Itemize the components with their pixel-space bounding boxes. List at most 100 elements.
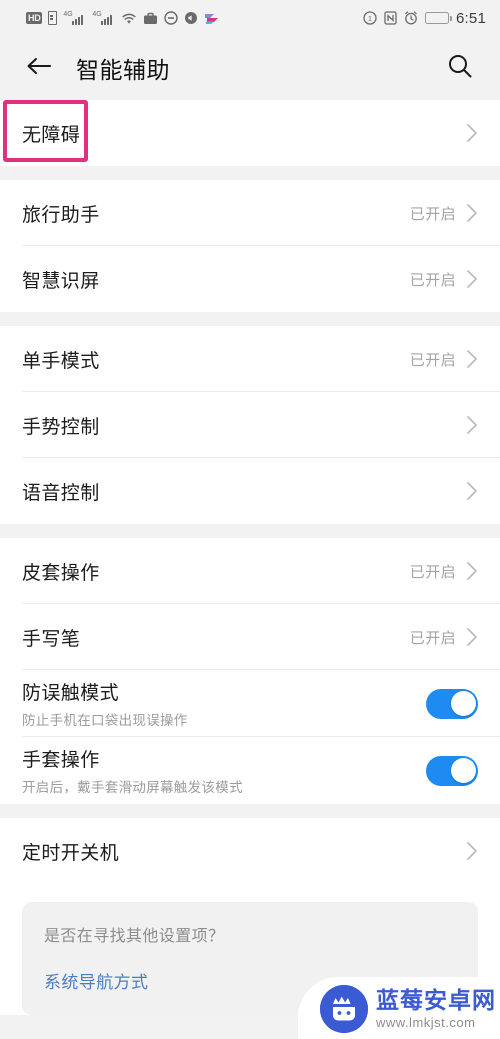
clock-time: 6:51	[456, 9, 486, 27]
row-title: 手势控制	[22, 416, 100, 438]
sim-card-icon	[48, 11, 58, 25]
wifi-icon	[121, 12, 137, 25]
row-right	[466, 841, 478, 861]
row-right	[426, 688, 478, 719]
row-right: 已开启	[410, 269, 478, 290]
row-right: 已开启	[410, 627, 478, 648]
back-button[interactable]	[22, 51, 56, 85]
row-texts: 智慧识屏	[22, 266, 100, 293]
row-texts: 防误触模式 防止手机在口袋出现误操作	[22, 678, 188, 729]
settings-group-1: 无障碍	[0, 100, 500, 166]
arrow-left-icon	[25, 54, 53, 83]
row-title: 智慧识屏	[22, 270, 100, 292]
settings-row-glove-mode[interactable]: 手套操作 开启后，戴手套滑动屏幕触发该模式	[0, 737, 500, 804]
briefcase-icon	[143, 12, 158, 25]
status-badge: 已开启	[409, 205, 456, 223]
app-icon	[204, 11, 220, 25]
toggle-accidental-touch-prevention[interactable]	[426, 688, 478, 719]
watermark: 蓝莓安卓网 www.lmkjst.com	[298, 977, 500, 1039]
settings-row-travel-assistant[interactable]: 旅行助手 已开启	[0, 180, 500, 246]
settings-row-smart-screen-recognition[interactable]: 智慧识屏 已开启	[0, 246, 500, 312]
search-icon	[446, 52, 474, 85]
settings-row-scheduled-power[interactable]: 定时开关机	[0, 818, 500, 884]
row-title: 定时开关机	[22, 842, 120, 864]
chevron-right-icon	[466, 481, 478, 501]
watermark-text: 蓝莓安卓网 www.lmkjst.com	[376, 987, 496, 1030]
toggle-knob	[450, 758, 476, 783]
settings-group-2: 旅行助手 已开启 智慧识屏 已开启	[0, 180, 500, 312]
row-right	[426, 755, 478, 786]
row-title: 单手模式	[22, 350, 100, 372]
row-texts: 手套操作 开启后，戴手套滑动屏幕触发该模式	[22, 745, 243, 796]
search-button[interactable]	[442, 50, 478, 86]
row-title: 手写笔	[22, 628, 81, 650]
row-texts: 语音控制	[22, 478, 100, 505]
row-texts: 无障碍	[22, 120, 80, 147]
settings-group-3: 单手模式 已开启 手势控制 语音控制	[0, 326, 500, 524]
suggestion-question: 是否在寻找其他设置项？	[44, 928, 225, 945]
section-gap	[0, 166, 500, 180]
status-badge: 已开启	[409, 563, 456, 581]
status-badge: 已开启	[409, 271, 456, 289]
hd-badge-icon: HD	[26, 12, 43, 24]
status-badge: 已开启	[409, 351, 456, 369]
row-right: 已开启	[410, 203, 478, 224]
row-title: 手套操作	[22, 750, 100, 771]
toggle-knob	[450, 691, 476, 716]
row-title: 防误触模式	[22, 683, 120, 704]
row-subtitle: 防止手机在口袋出现误操作	[22, 713, 188, 728]
chevron-right-icon	[466, 203, 478, 223]
row-texts: 单手模式	[22, 346, 100, 373]
chevron-right-icon	[466, 415, 478, 435]
chevron-right-icon	[466, 561, 478, 581]
status-bar-right: 1 6:51	[363, 10, 486, 27]
status-bar-left: HD 4G 4G	[26, 11, 220, 25]
chevron-right-icon	[466, 349, 478, 369]
chevron-right-icon	[466, 841, 478, 861]
section-gap	[0, 312, 500, 326]
settings-row-accessibility[interactable]: 无障碍	[0, 100, 500, 166]
row-right	[466, 123, 478, 143]
section-gap	[0, 804, 500, 818]
screen-recorder-icon: 1	[363, 11, 377, 25]
network-type-label-2: 4G	[92, 10, 102, 18]
volume-icon	[184, 11, 198, 25]
toggle-glove-mode[interactable]	[426, 755, 478, 786]
row-texts: 手势控制	[22, 412, 100, 439]
row-subtitle: 开启后，戴手套滑动屏幕触发该模式	[22, 780, 243, 795]
row-texts: 皮套操作	[22, 558, 100, 585]
app-bar: 智能辅助	[0, 36, 500, 100]
nfc-icon	[384, 11, 397, 25]
row-title: 皮套操作	[22, 562, 100, 584]
settings-list[interactable]: 无障碍 旅行助手 已开启 智慧识屏 已开启 单手模式 已开启 手势控制 语音控制…	[0, 100, 500, 1039]
status-badge: 已开启	[409, 629, 456, 647]
row-title: 无障碍	[22, 124, 81, 146]
watermark-site-name: 蓝莓安卓网	[376, 987, 496, 1013]
row-texts: 旅行助手	[22, 200, 100, 227]
android-robot-logo-icon	[320, 985, 368, 1033]
chevron-right-icon	[466, 123, 478, 143]
chevron-right-icon	[466, 627, 478, 647]
alarm-icon	[404, 11, 418, 25]
chevron-right-icon	[466, 269, 478, 289]
section-gap	[0, 524, 500, 538]
status-bar: HD 4G 4G 1 6:51	[0, 0, 500, 36]
settings-row-gesture-control[interactable]: 手势控制	[0, 392, 500, 458]
row-title: 旅行助手	[22, 204, 100, 226]
row-texts: 定时开关机	[22, 838, 119, 865]
signal-bars-icon-2: 4G	[92, 10, 115, 25]
settings-row-voice-control[interactable]: 语音控制	[0, 458, 500, 524]
svg-text:1: 1	[368, 16, 372, 23]
battery-icon	[425, 12, 452, 24]
page-title: 智能辅助	[76, 57, 170, 83]
settings-row-stylus[interactable]: 手写笔 已开启	[0, 604, 500, 670]
settings-row-accidental-touch-prevention[interactable]: 防误触模式 防止手机在口袋出现误操作	[0, 670, 500, 737]
settings-row-smart-cover[interactable]: 皮套操作 已开启	[0, 538, 500, 604]
do-not-disturb-icon	[164, 11, 179, 25]
row-right: 已开启	[410, 561, 478, 582]
signal-bars-icon-1: 4G	[63, 11, 86, 25]
row-title: 语音控制	[22, 482, 100, 504]
watermark-url: www.lmkjst.com	[376, 1015, 476, 1030]
settings-row-one-hand-mode[interactable]: 单手模式 已开启	[0, 326, 500, 392]
phone-screen: HD 4G 4G 1 6:51 智能辅助 无障碍 旅行助手 已开启 智慧识屏 已…	[0, 0, 500, 1039]
